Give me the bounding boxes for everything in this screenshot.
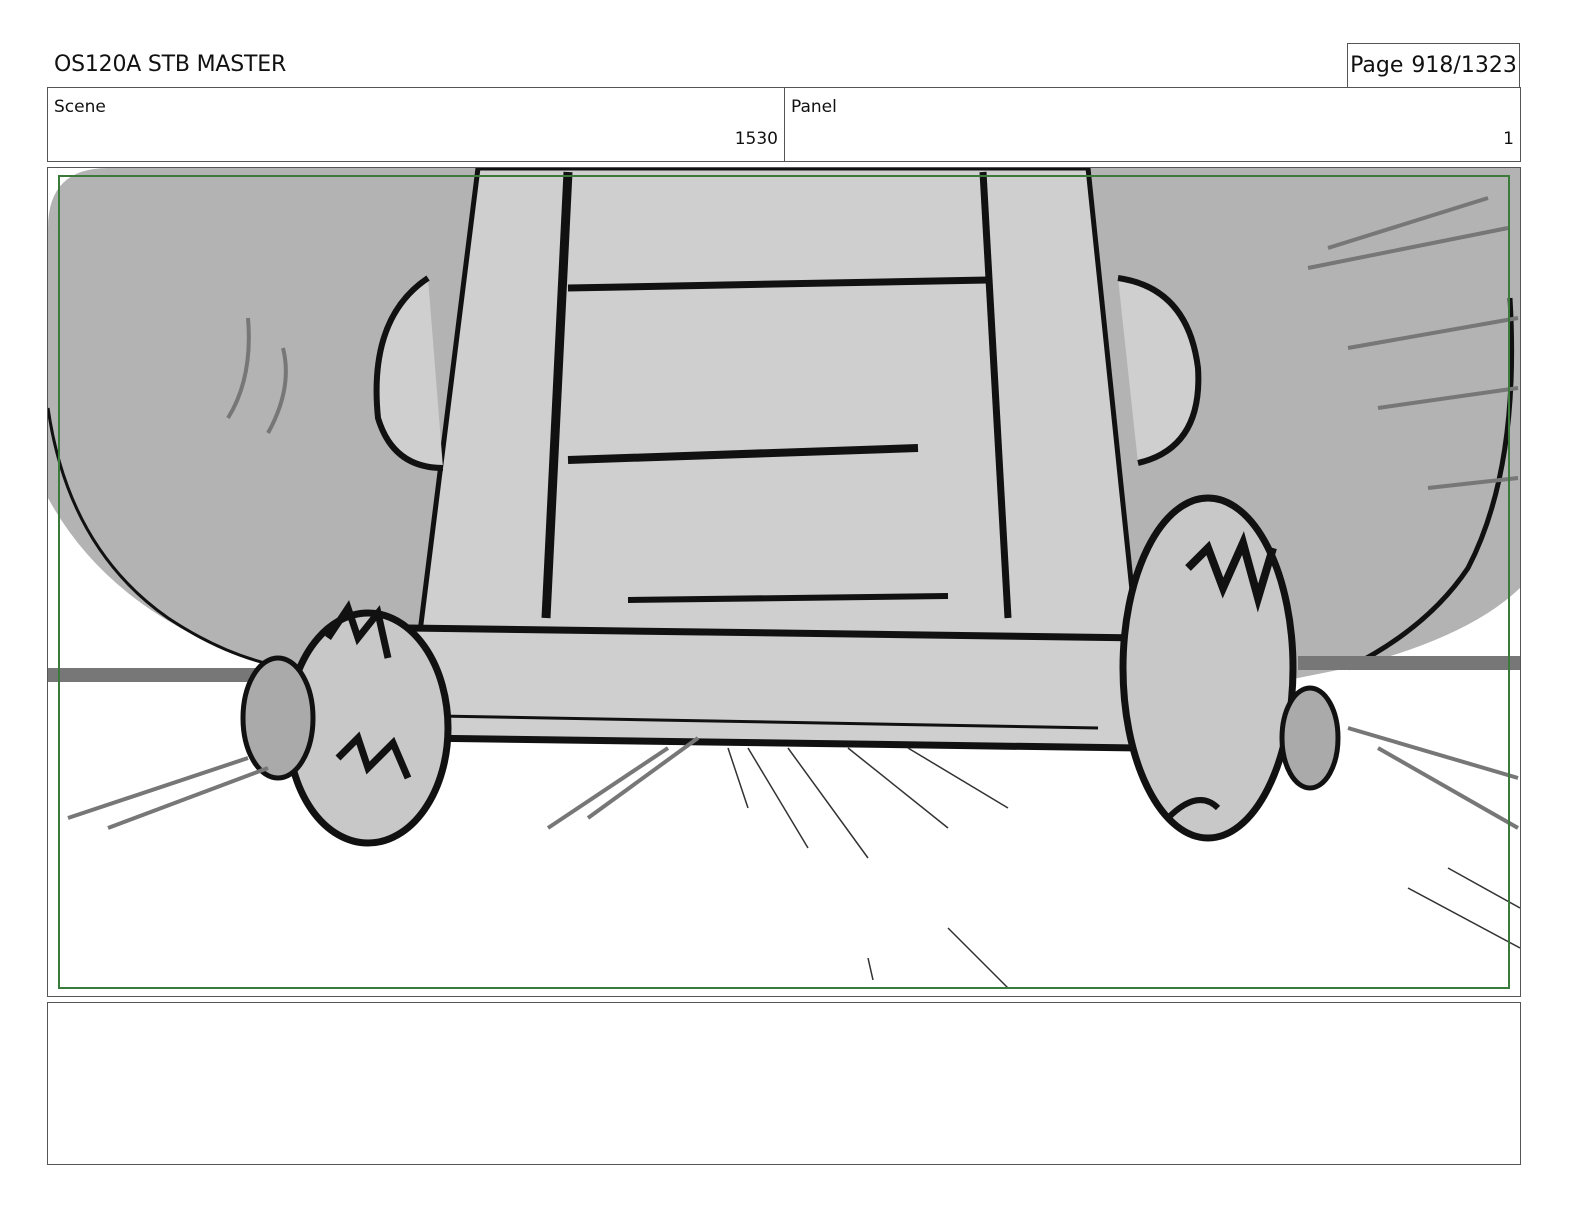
- scene-panel-row: Scene 1530 Panel 1: [47, 87, 1521, 162]
- panel-label: Panel: [791, 97, 837, 117]
- scene-cell: Scene 1530: [48, 88, 785, 161]
- right-hub: [1279, 685, 1341, 791]
- page-indicator: Page 918/1323: [1347, 43, 1520, 87]
- scene-label: Scene: [54, 97, 106, 117]
- panel-cell: Panel 1: [785, 88, 1520, 161]
- notes-box: [47, 1002, 1521, 1165]
- motion-lines-thin: [727, 747, 1520, 989]
- axle-bar: [398, 624, 1155, 752]
- left-hub: [240, 655, 316, 781]
- document-title: OS120A STB MASTER: [54, 52, 287, 77]
- scene-value: 1530: [734, 129, 778, 149]
- page-label: Page: [1350, 53, 1404, 78]
- rung-3: [627, 593, 949, 603]
- storyboard-frame: [47, 167, 1521, 997]
- page-number: 918/1323: [1411, 53, 1517, 78]
- floor-line-right: [1298, 656, 1520, 670]
- panel-value: 1: [1503, 129, 1514, 149]
- storyboard-sketch: [48, 168, 1520, 989]
- handle-column: [415, 168, 1141, 651]
